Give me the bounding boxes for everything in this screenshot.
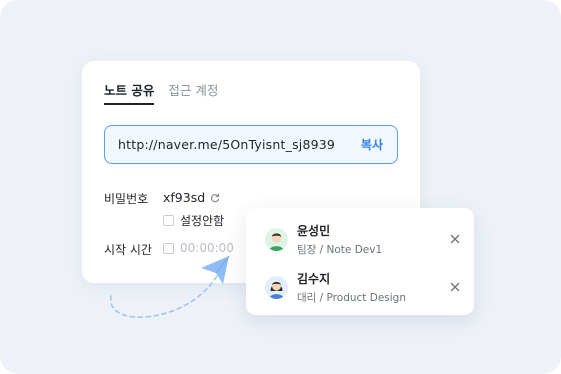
password-label: 비밀번호 — [104, 192, 149, 206]
copy-button[interactable]: 복사 — [361, 136, 383, 153]
member-item[interactable]: 김수지 대리 / Product Design — [265, 270, 461, 304]
tab-access-account[interactable]: 접근 계정 — [168, 83, 218, 105]
refresh-icon[interactable] — [210, 193, 220, 203]
password-value-group: xf93sd — [163, 190, 220, 205]
no-password-option[interactable]: 설정안함 — [163, 212, 224, 229]
member-info: 김수지 대리 / Product Design — [297, 270, 449, 305]
member-role: 대리 / Product Design — [297, 291, 406, 304]
member-info: 윤성민 팀장 / Note Dev1 — [297, 222, 449, 257]
arrow-icon — [110, 255, 230, 318]
no-password-checkbox[interactable] — [163, 215, 174, 226]
tab-bar: 노트 공유 접근 계정 — [104, 83, 218, 105]
close-icon[interactable] — [449, 233, 461, 245]
member-list-popup: 윤성민 팀장 / Note Dev1 김수지 대리 / Product Desi… — [246, 208, 474, 315]
share-url-text: http://naver.me/5OnTyisnt_sj8939 — [118, 137, 336, 152]
avatar — [265, 227, 288, 251]
no-password-label: 설정안함 — [180, 214, 225, 228]
password-value: xf93sd — [163, 190, 206, 205]
tab-note-share[interactable]: 노트 공유 — [104, 83, 155, 105]
avatar — [265, 275, 288, 299]
close-icon[interactable] — [449, 281, 461, 293]
member-item[interactable]: 윤성민 팀장 / Note Dev1 — [265, 222, 461, 256]
share-url-field[interactable]: http://naver.me/5OnTyisnt_sj8939 복사 — [104, 125, 398, 164]
member-role: 팀장 / Note Dev1 — [297, 243, 383, 256]
member-name: 김수지 — [297, 271, 331, 286]
member-name: 윤성민 — [297, 223, 331, 238]
